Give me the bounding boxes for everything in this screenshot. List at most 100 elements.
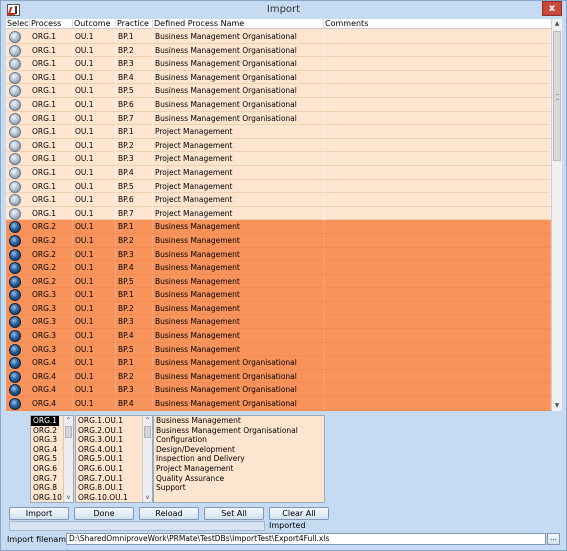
outcome-list-item[interactable]: ORG.4.OU.1 [76, 445, 152, 455]
import-filename-field[interactable]: D:\SharedOmniproveWork\PRMate\TestDBs\Im… [66, 533, 546, 545]
table-row[interactable]: ORG.1 OU.1 BP.4 Project Management [6, 165, 551, 180]
table-row[interactable]: ORG.1 OU.1 BP.1 Business Management Organis… [6, 30, 551, 44]
table-row[interactable]: ORG.2 OU.1 BP.4 Business Management [6, 261, 551, 275]
table-row[interactable]: ORG.4 OU.1 BP.4 Business Management Organis… [6, 397, 551, 411]
unselected-ball-icon[interactable] [9, 85, 21, 98]
outcome-list-item[interactable]: ORG.1.OU.1 [76, 416, 152, 426]
outcome-list[interactable]: ORG.1.OU.1 ORG.2.OU.1 ORG.3.OU.1 ORG.4.OU.1… [75, 415, 153, 503]
table-row[interactable]: ORG.1 OU.1 BP.6 Project Management [6, 193, 551, 207]
unselected-ball-icon[interactable] [9, 194, 21, 207]
outcome-list-item[interactable]: ORG.10.OU.1 [76, 493, 152, 502]
table-row[interactable]: ORG.1 OU.1 BP.4 Business Management Organis… [6, 70, 551, 85]
outcome-list-item[interactable]: ORG.3.OU.1 [76, 435, 152, 445]
unselected-ball-icon[interactable] [9, 180, 21, 193]
selected-ball-icon[interactable] [9, 370, 21, 383]
name-list-item[interactable]: Design/Development [154, 445, 324, 455]
name-list-item[interactable]: Quality Assurance [154, 474, 324, 484]
table-row[interactable]: ORG.1 OU.1 BP.5 Project Management [6, 179, 551, 194]
unselected-ball-icon[interactable] [9, 58, 21, 71]
table-row[interactable]: ORG.2 OU.1 BP.5 Business Management [6, 274, 551, 289]
outcome-list-item[interactable]: ORG.7.OU.1 [76, 474, 152, 484]
scroll-down-arrow-icon[interactable]: v [143, 493, 152, 502]
selected-ball-icon[interactable] [9, 330, 21, 343]
unselected-ball-icon[interactable] [9, 139, 21, 152]
outcome-list-item[interactable]: ORG.8.OU.1 [76, 483, 152, 493]
scroll-up-arrow-icon[interactable]: ▲ [552, 19, 562, 29]
table-row[interactable]: ORG.2 OU.1 BP.3 Business Management [6, 247, 551, 262]
selected-ball-icon[interactable] [9, 302, 21, 315]
unselected-ball-icon[interactable] [9, 112, 21, 125]
name-list-item[interactable]: Inspection and Delivery [154, 454, 324, 464]
selected-ball-icon[interactable] [9, 316, 21, 329]
table-row[interactable]: ORG.1 OU.1 BP.7 Business Management Organis… [6, 111, 551, 126]
selected-ball-icon[interactable] [9, 275, 21, 288]
import-button[interactable]: Import [9, 507, 69, 520]
scroll-thumb[interactable] [65, 426, 72, 438]
table-row[interactable]: ORG.3 OU.1 BP.5 Business Management [6, 342, 551, 357]
table-row[interactable]: ORG.1 OU.1 BP.6 Business Management Organis… [6, 97, 551, 112]
column-header-select[interactable]: Select [6, 19, 30, 29]
selected-ball-icon[interactable] [9, 398, 21, 411]
clear-all-button[interactable]: Clear All [269, 507, 329, 520]
selected-ball-icon[interactable] [9, 234, 21, 247]
scroll-down-arrow-icon[interactable]: ▼ [552, 401, 562, 411]
process-list-item-selected[interactable]: ORG.1 [31, 416, 60, 426]
table-row[interactable]: ORG.1 OU.1 BP.2 Business Management Organis… [6, 43, 551, 58]
outcome-list-item[interactable]: ORG.5.OU.1 [76, 454, 152, 464]
selected-ball-icon[interactable] [9, 343, 21, 356]
scroll-up-arrow-icon[interactable]: ^ [143, 416, 152, 425]
selected-ball-icon[interactable] [9, 289, 21, 302]
close-button[interactable]: x [542, 1, 562, 16]
unselected-ball-icon[interactable] [9, 71, 21, 84]
name-list-item[interactable]: Business Management Organisational [154, 426, 324, 436]
table-row[interactable]: ORG.1 OU.1 BP.3 Project Management [6, 152, 551, 166]
browse-button[interactable]: ... [547, 533, 560, 545]
name-list-item[interactable]: Project Management [154, 464, 324, 474]
table-row[interactable]: ORG.1 OU.1 BP.2 Project Management [6, 138, 551, 153]
outcome-list-scrollbar[interactable]: ^ v [142, 416, 152, 502]
table-row[interactable]: ORG.2 OU.1 BP.2 Business Management [6, 233, 551, 248]
column-header-process[interactable]: Process [30, 19, 73, 29]
reload-button[interactable]: Reload [139, 507, 199, 520]
process-list[interactable]: ORG.1 ORG.2 ORG.3 ORG.4 ORG.5 ORG.6 ORG.7 ORG.8… [30, 415, 74, 503]
unselected-ball-icon[interactable] [9, 166, 21, 179]
scroll-down-arrow-icon[interactable]: v [64, 493, 73, 502]
column-header-comments[interactable]: Comments [324, 19, 551, 29]
unselected-ball-icon[interactable] [9, 153, 21, 166]
process-list-scrollbar[interactable]: ^ v [63, 416, 73, 502]
done-button[interactable]: Done [74, 507, 134, 520]
table-row[interactable]: ORG.4 OU.1 BP.3 Business Management Organis… [6, 383, 551, 398]
outcome-list-item[interactable]: ORG.6.OU.1 [76, 464, 152, 474]
name-list-item[interactable]: Configuration [154, 435, 324, 445]
table-row[interactable]: ORG.1 OU.1 BP.1 Project Management [6, 125, 551, 139]
table-row[interactable]: ORG.3 OU.1 BP.2 Business Management [6, 301, 551, 316]
unselected-ball-icon[interactable] [9, 44, 21, 57]
table-row[interactable]: ORG.4 OU.1 BP.2 Business Management Organis… [6, 369, 551, 384]
unselected-ball-icon[interactable] [9, 207, 21, 220]
set-all-button[interactable]: Set All [204, 507, 264, 520]
unselected-ball-icon[interactable] [9, 98, 21, 111]
selected-ball-icon[interactable] [9, 221, 21, 234]
table-row[interactable]: ORG.3 OU.1 BP.3 Business Management [6, 315, 551, 330]
name-list-item[interactable]: Business Management [154, 416, 324, 426]
selected-ball-icon[interactable] [9, 262, 21, 275]
table-row[interactable]: ORG.3 OU.1 BP.4 Business Management [6, 329, 551, 343]
name-list-item[interactable]: Support [154, 483, 324, 493]
outcome-list-item[interactable]: ORG.2.OU.1 [76, 426, 152, 436]
selected-ball-icon[interactable] [9, 248, 21, 261]
table-row[interactable]: ORG.4 OU.1 BP.1 Business Management Organis… [6, 356, 551, 370]
table-row[interactable]: ORG.1 OU.1 BP.3 Business Management Organis… [6, 57, 551, 71]
column-header-defined-process-name[interactable]: Defined Process Name [153, 19, 324, 29]
selected-ball-icon[interactable] [9, 357, 21, 370]
table-row[interactable]: ORG.3 OU.1 BP.1 Business Management [6, 288, 551, 302]
table-vertical-scrollbar[interactable]: ▲ ▼ [551, 19, 562, 411]
column-header-practice[interactable]: Practice [116, 19, 153, 29]
table-row[interactable]: ORG.1 OU.1 BP.7 Project Management [6, 206, 551, 221]
defined-process-name-list[interactable]: Business Management Business Management O… [153, 415, 325, 503]
table-row[interactable]: ORG.1 OU.1 BP.5 Business Management Organis… [6, 84, 551, 98]
scroll-up-arrow-icon[interactable]: ^ [64, 416, 73, 425]
unselected-ball-icon[interactable] [9, 31, 21, 43]
column-header-outcome[interactable]: Outcome [73, 19, 116, 29]
selected-ball-icon[interactable] [9, 384, 21, 397]
unselected-ball-icon[interactable] [9, 126, 21, 139]
